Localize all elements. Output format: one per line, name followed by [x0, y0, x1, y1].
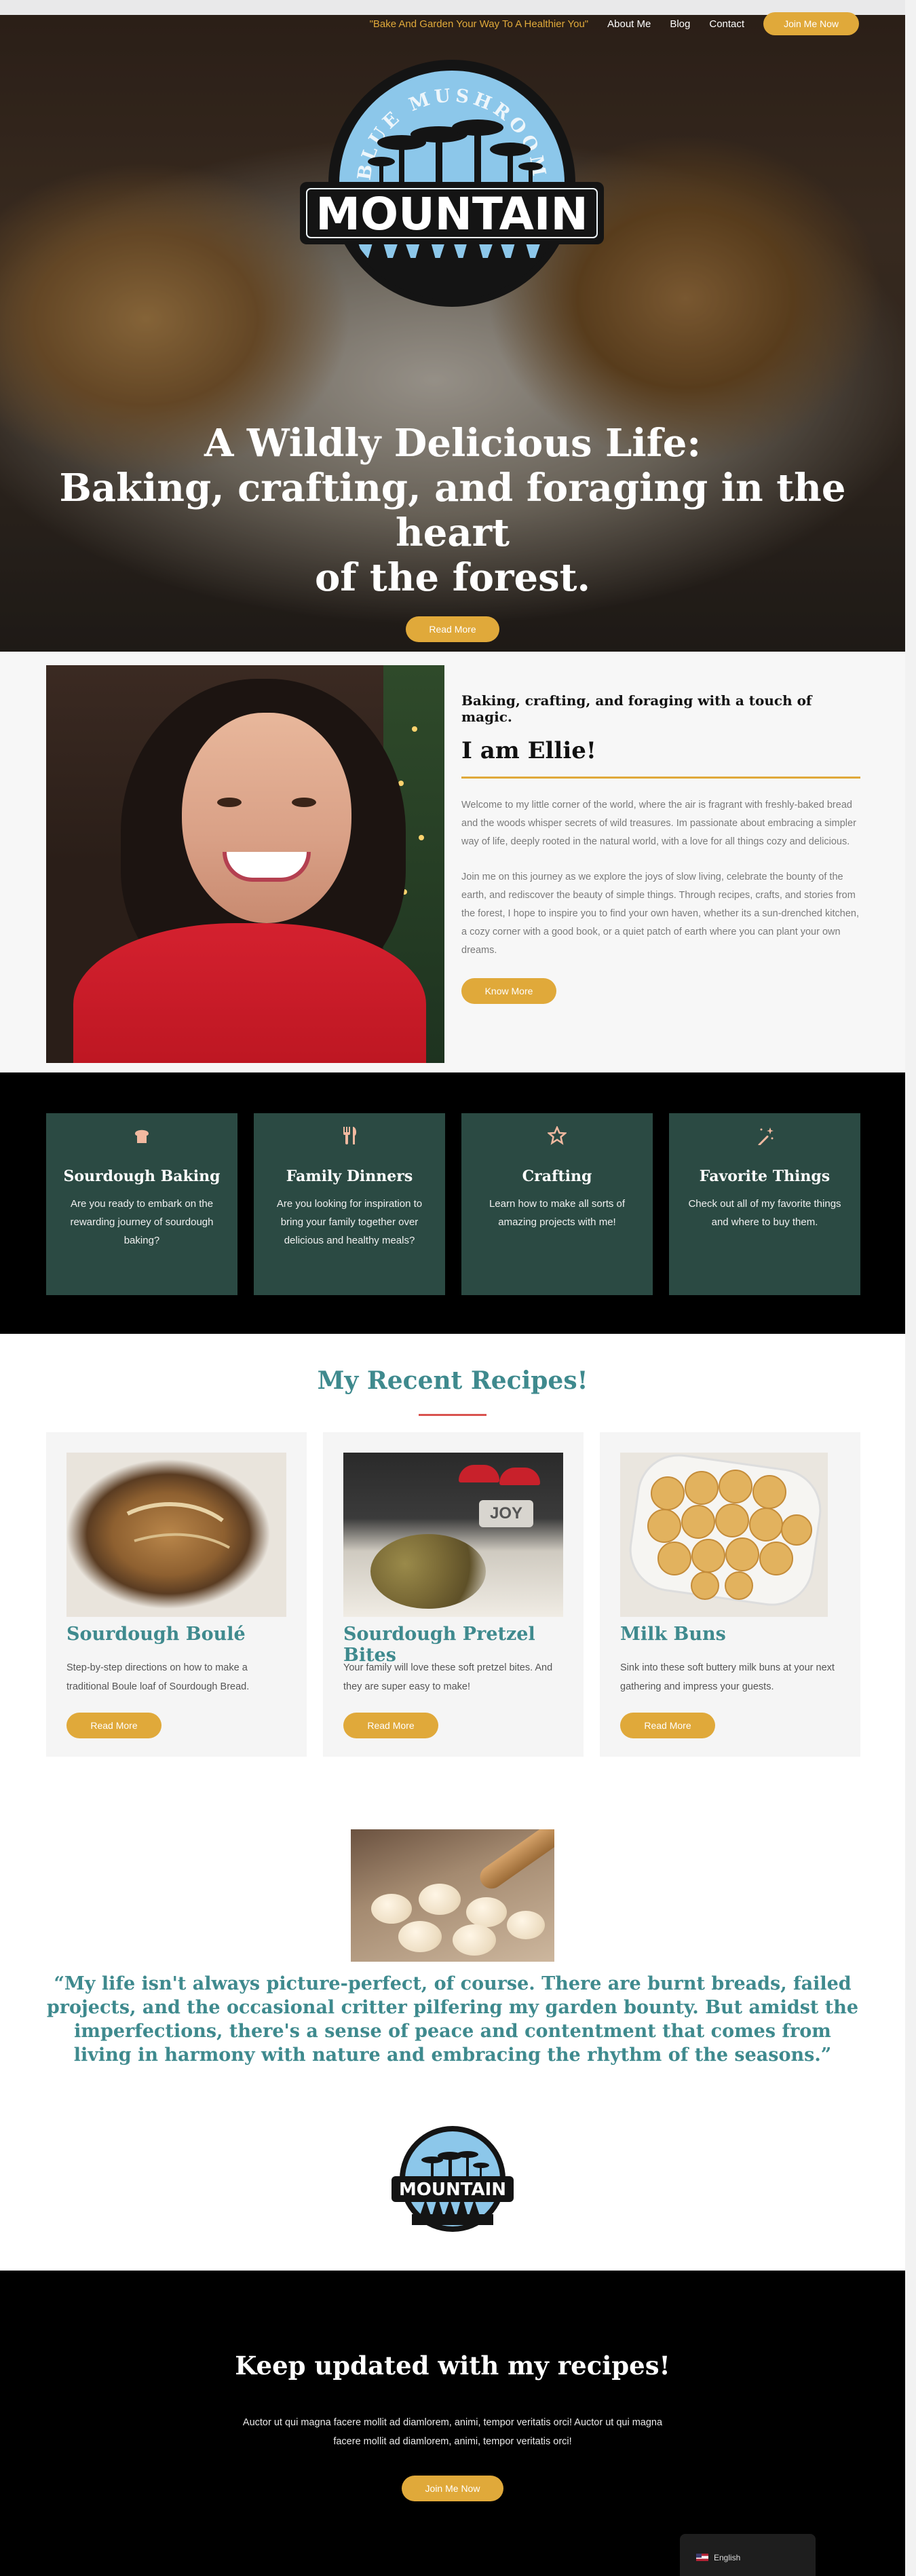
recipe-card-milk-buns[interactable]: Milk Buns Sink into these soft buttery m…: [600, 1432, 860, 1757]
rolling-pin: [475, 1829, 554, 1893]
hero-title-line-3: of the forest.: [314, 555, 591, 600]
utensils-icon: [338, 1124, 361, 1147]
feature-card-crafting[interactable]: Crafting Learn how to make all sorts of …: [461, 1113, 653, 1295]
milk-buns-photo[interactable]: [620, 1453, 828, 1617]
hero-title: A Wildly Delicious Life: Baking, craftin…: [0, 421, 905, 600]
feature-description: Are you ready to embark on the rewarding…: [70, 1198, 214, 1246]
portrait-face: [182, 713, 351, 923]
main-nav: "Bake And Garden Your Way To A Healthier…: [370, 12, 859, 35]
boule-scoring: [126, 1502, 230, 1549]
dough-ball: [371, 1894, 412, 1924]
recipe-title[interactable]: Milk Buns: [620, 1624, 726, 1645]
about-text-block: Baking, crafting, and foraging with a to…: [461, 692, 860, 1004]
portrait-eye: [292, 798, 316, 807]
ellie-portrait-photo: [46, 665, 444, 1063]
know-more-button[interactable]: Know More: [461, 978, 556, 1004]
about-section: Baking, crafting, and foraging with a to…: [0, 652, 916, 1072]
quote-text: “My life isn't always picture-perfect, o…: [46, 1973, 859, 2066]
hero-title-line-1: A Wildly Delicious Life:: [204, 421, 702, 466]
logo-banner-text: MOUNTAIN: [316, 188, 588, 240]
joy-sign: JOY: [479, 1500, 533, 1527]
dough-ball: [419, 1884, 461, 1915]
nav-item-blog[interactable]: Blog: [670, 18, 690, 30]
blue-mushroom-mountain-logo-small: MOUNTAIN: [392, 2126, 514, 2232]
dough-ball: [507, 1911, 545, 1939]
about-paragraph-1: Welcome to my little corner of the world…: [461, 800, 856, 847]
newsletter-join-button[interactable]: Join Me Now: [402, 2476, 503, 2501]
feature-title: Crafting: [522, 1168, 592, 1185]
recipe-read-more-button[interactable]: Read More: [620, 1713, 715, 1738]
mushroom-decor: [499, 1468, 540, 1485]
feature-card-favorite-things[interactable]: Favorite Things Check out all of my favo…: [669, 1113, 860, 1295]
newsletter-section: Keep updated with my recipes! Auctor ut …: [0, 2271, 916, 2576]
about-paragraph-2: Join me on this journey as we explore th…: [461, 872, 859, 956]
tree-light: [419, 835, 424, 840]
join-me-now-button[interactable]: Join Me Now: [763, 12, 859, 35]
hero-read-more-button[interactable]: Read More: [406, 616, 499, 642]
milk-buns-tray: [629, 1454, 822, 1606]
language-switcher[interactable]: English: [680, 2534, 816, 2576]
feature-title: Favorite Things: [699, 1168, 831, 1185]
blue-mushroom-mountain-logo[interactable]: BLUE MUSHROOM MOUNTAIN: [300, 54, 604, 312]
tree-light: [412, 726, 417, 732]
dough-balls-photo: [351, 1829, 554, 1962]
features-section: Sourdough Baking Are you ready to embark…: [0, 1072, 916, 1334]
page-scrollbar-gutter: [905, 0, 916, 2576]
pretzel-bites-bowl: [370, 1534, 486, 1609]
recipe-card-sourdough-boule[interactable]: Sourdough Boulé Step-by-step directions …: [46, 1432, 307, 1757]
recipes-heading: My Recent Recipes!: [317, 1366, 588, 1395]
pretzel-bites-photo[interactable]: JOY: [343, 1453, 563, 1617]
feature-title: Sourdough Baking: [63, 1168, 221, 1185]
newsletter-title: Keep updated with my recipes!: [235, 2351, 670, 2381]
language-label: English: [714, 2553, 741, 2562]
heading-divider: [419, 1414, 486, 1416]
dough-ball: [466, 1897, 507, 1927]
feature-card-sourdough-baking[interactable]: Sourdough Baking Are you ready to embark…: [46, 1113, 237, 1295]
recipe-read-more-button[interactable]: Read More: [66, 1713, 161, 1738]
us-flag-icon: [696, 2554, 708, 2561]
about-name-heading: I am Ellie!: [461, 737, 860, 779]
recent-recipes-section: My Recent Recipes! Sourdough Boulé Step-…: [0, 1334, 916, 1802]
dough-ball: [453, 1924, 496, 1956]
nav-tagline-link[interactable]: "Bake And Garden Your Way To A Healthier…: [370, 18, 589, 30]
recipe-description: Step-by-step directions on how to make a…: [66, 1662, 250, 1692]
feature-description: Check out all of my favorite things and …: [688, 1198, 841, 1228]
feature-title: Family Dinners: [286, 1168, 413, 1185]
dough-ball: [398, 1921, 442, 1952]
star-badge-icon: [546, 1124, 569, 1147]
recipe-description: Sink into these soft buttery milk buns a…: [620, 1662, 835, 1692]
about-subtitle: Baking, crafting, and foraging with a to…: [461, 692, 812, 725]
logo-small-banner-text: MOUNTAIN: [399, 2180, 506, 2200]
feature-description: Are you looking for inspiration to bring…: [276, 1198, 423, 1246]
magic-wand-icon: [753, 1124, 776, 1147]
nav-item-about-me[interactable]: About Me: [607, 18, 651, 30]
hero-section: "Bake And Garden Your Way To A Healthier…: [0, 0, 905, 652]
hero-title-line-2: Baking, crafting, and foraging in the he…: [59, 466, 846, 555]
mushroom-decor: [459, 1465, 499, 1482]
nav-item-contact[interactable]: Contact: [709, 18, 744, 30]
portrait-eye: [217, 798, 242, 807]
recipe-card-sourdough-pretzel-bites[interactable]: JOY Sourdough Pretzel Bites Your family …: [323, 1432, 584, 1757]
quote-section: “My life isn't always picture-perfect, o…: [0, 1802, 916, 2271]
sourdough-boule-photo[interactable]: [66, 1453, 286, 1617]
red-sweater: [73, 923, 426, 1063]
recipe-title[interactable]: Sourdough Boulé: [66, 1624, 246, 1645]
newsletter-text: Auctor ut qui magna facere mollit ad dia…: [242, 2417, 663, 2447]
recipe-description: Your family will love these soft pretzel…: [343, 1662, 553, 1692]
feature-card-family-dinners[interactable]: Family Dinners Are you looking for inspi…: [254, 1113, 445, 1295]
feature-description: Learn how to make all sorts of amazing p…: [489, 1198, 626, 1228]
recipe-read-more-button[interactable]: Read More: [343, 1713, 438, 1738]
bread-icon: [130, 1124, 153, 1147]
